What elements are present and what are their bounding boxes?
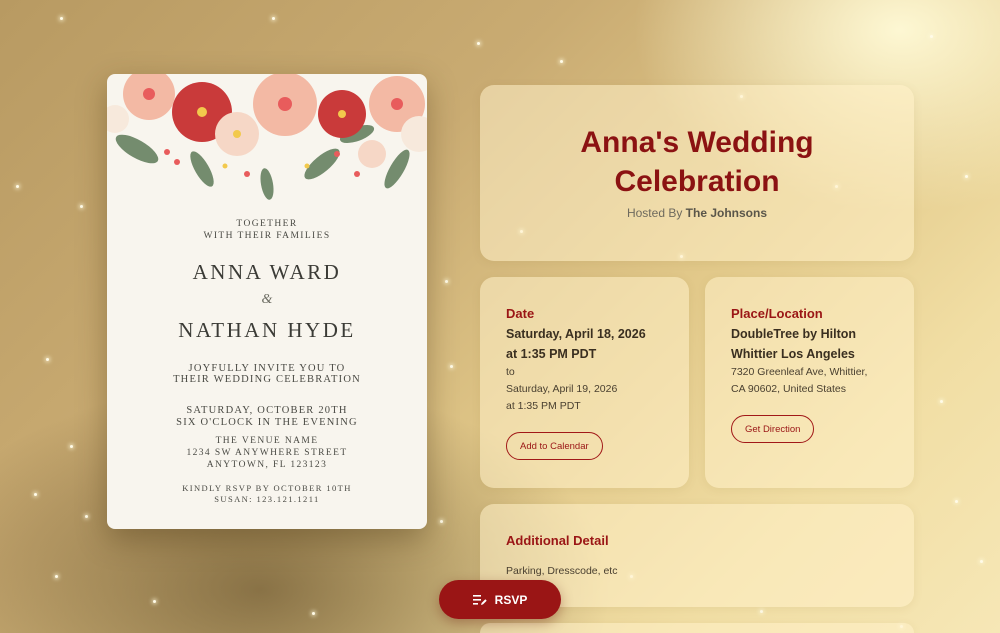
- hosted-by: Hosted By The Johnsons: [480, 206, 914, 220]
- next-panel-partial: [480, 623, 914, 633]
- invite-venue-street: 1234 SW ANYWHERE STREET: [186, 448, 348, 458]
- date-to: to: [506, 366, 515, 378]
- invite-families: WITH THEIR FAMILIES: [203, 231, 331, 241]
- place-label: Place/Location: [731, 306, 823, 321]
- invite-venue-name: THE VENUE NAME: [215, 436, 319, 446]
- event-title-line-2: Celebration: [614, 165, 780, 198]
- groom-name: NATHAN HYDE: [178, 318, 356, 342]
- venue-line-1: DoubleTree by Hilton: [731, 327, 857, 341]
- address-line-1: 7320 Greenleaf Ave, Whittier,: [731, 366, 868, 378]
- invitation-card: TOGETHER WITH THEIR FAMILIES ANNA WARD &…: [107, 74, 427, 529]
- hosted-by-prefix: Hosted By: [626, 206, 683, 220]
- additional-detail-label: Additional Detail: [506, 533, 609, 548]
- rsvp-label: RSVP: [494, 592, 528, 607]
- get-direction-button[interactable]: Get Direction: [731, 415, 815, 443]
- invite-date: SATURDAY, OCTOBER 20TH: [186, 405, 348, 416]
- end-date: Saturday, April 19, 2026: [506, 383, 618, 395]
- address-line-2: CA 90602, United States: [731, 383, 846, 395]
- host-name: The Johnsons: [685, 206, 768, 220]
- event-title-panel: Anna's Wedding Celebration Hosted By The…: [480, 85, 914, 261]
- floral-decoration: [107, 74, 427, 200]
- invite-rsvp-contact: SUSAN: 123.121.1211: [214, 494, 320, 504]
- date-panel: Date Saturday, April 18, 2026 at 1:35 PM…: [480, 277, 689, 488]
- venue-line-2: Whittier Los Angeles: [731, 347, 855, 361]
- list-edit-icon: [472, 594, 487, 605]
- date-label: Date: [506, 306, 535, 321]
- invite-together: TOGETHER: [236, 219, 298, 229]
- event-title-line-1: Anna's Wedding: [580, 126, 814, 159]
- bride-name: ANNA WARD: [192, 260, 342, 284]
- start-time: at 1:35 PM PDT: [506, 347, 597, 361]
- place-panel: Place/Location DoubleTree by Hilton Whit…: [705, 277, 914, 488]
- invite-line-2: THEIR WEDDING CELEBRATION: [173, 374, 361, 385]
- start-date: Saturday, April 18, 2026: [506, 327, 646, 341]
- ampersand: &: [261, 292, 273, 307]
- end-time: at 1:35 PM PDT: [506, 400, 581, 412]
- invite-time: SIX O'CLOCK IN THE EVENING: [176, 417, 358, 428]
- additional-detail-text: Parking, Dresscode, etc: [506, 565, 618, 577]
- event-title: Anna's Wedding Celebration: [480, 123, 914, 201]
- rsvp-button[interactable]: RSVP: [439, 580, 561, 619]
- invite-venue-city: ANYTOWN, FL 123123: [206, 460, 328, 470]
- add-to-calendar-button[interactable]: Add to Calendar: [506, 432, 603, 460]
